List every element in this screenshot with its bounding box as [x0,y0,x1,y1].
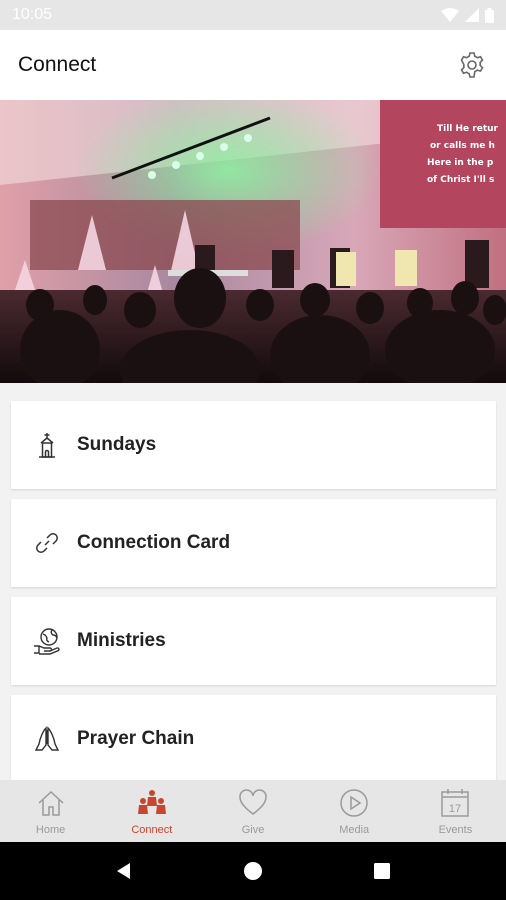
people-icon [135,786,169,820]
nav-events-label: Events [438,824,473,836]
bottom-nav: Home Connect Give Media 17 Events [0,780,506,842]
status-bar: 10:05 [0,0,506,30]
home-icon [34,786,68,820]
nav-home-label: Home [35,824,66,836]
gear-icon [460,52,484,78]
screen-lyric-1: Till He retur [437,124,499,134]
menu-item-label: Ministries [77,630,166,651]
app-bar: Connect [0,30,506,100]
back-triangle-icon [117,863,131,879]
globe-hand-icon [31,625,63,657]
menu-item-ministries[interactable]: Ministries [11,597,496,685]
status-icons [441,7,494,23]
system-nav-bar [0,842,506,900]
link-icon [31,527,63,559]
signal-icon [465,8,479,22]
calendar-icon: 17 [438,786,472,820]
menu-list: Sundays Connection Card Ministries Praye… [0,383,506,780]
menu-item-label: Prayer Chain [77,728,195,749]
menu-item-sundays[interactable]: Sundays [11,401,496,489]
screen-lyric-2: or calls me h [430,141,495,151]
nav-connect-label: Connect [131,824,173,836]
menu-item-prayer-chain[interactable]: Prayer Chain [11,695,496,780]
hero-image: Till He retur or calls me h Here in the … [0,100,506,383]
recents-square-icon [373,863,390,879]
nav-events[interactable]: 17 Events [405,780,506,842]
screen-lyric-3: Here in the p [427,158,494,168]
praying-hands-icon [31,723,63,755]
settings-button[interactable] [456,49,488,81]
home-button[interactable] [233,851,273,891]
recents-button[interactable] [362,851,402,891]
page-title: Connect [18,53,97,76]
home-circle-icon [243,862,262,880]
nav-give-label: Give [241,824,265,836]
screen-lyric-4: of Christ I'll s [427,175,494,185]
nav-connect[interactable]: Connect [101,780,202,842]
nav-home[interactable]: Home [0,780,101,842]
worship-stage-image: Till He retur or calls me h Here in the … [0,100,506,383]
wifi-icon [441,8,459,22]
calendar-day: 17 [449,803,461,815]
church-icon [31,429,63,461]
nav-give[interactable]: Give [202,780,303,842]
menu-item-connection-card[interactable]: Connection Card [11,499,496,587]
play-icon [337,786,371,820]
battery-icon [485,7,494,23]
status-time: 10:05 [12,6,53,23]
back-button[interactable] [104,851,144,891]
menu-item-label: Connection Card [77,532,231,553]
heart-icon [236,786,270,820]
nav-media[interactable]: Media [304,780,405,842]
menu-item-label: Sundays [77,434,157,455]
nav-media-label: Media [339,824,370,836]
